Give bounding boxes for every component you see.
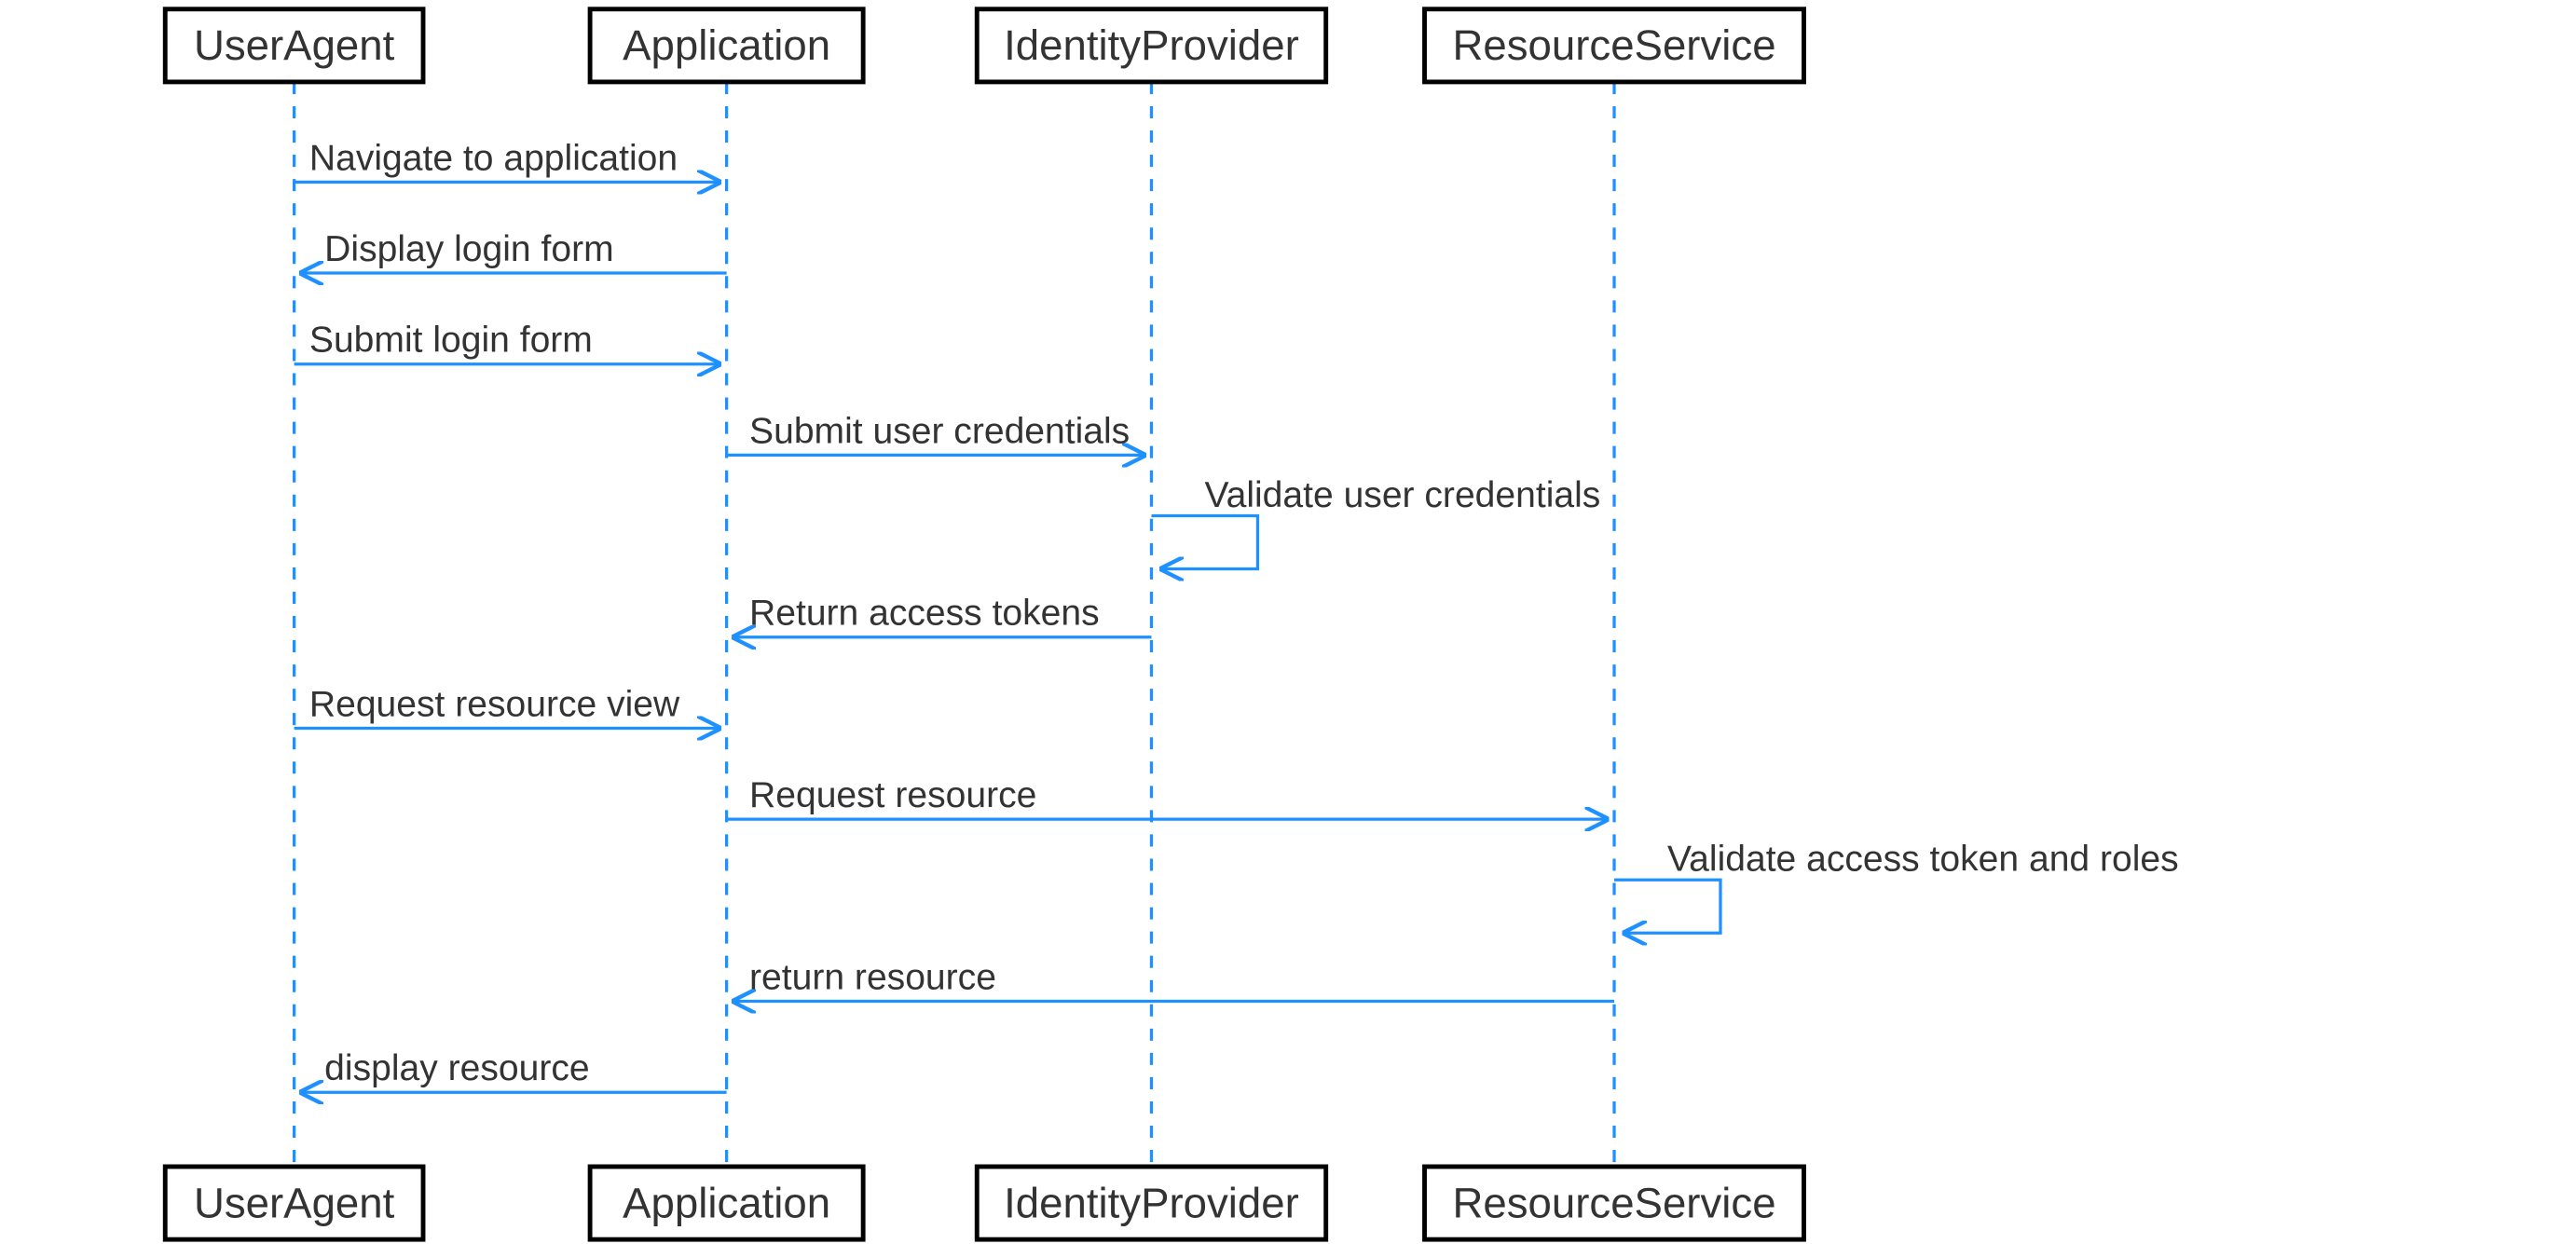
message-label-2: Submit login form (309, 321, 593, 361)
actor-ua-bottom: UserAgent (165, 1167, 423, 1239)
actor-label-rs-bottom: ResourceService (1453, 1179, 1776, 1226)
message-label-5: Return access tokens (749, 594, 1100, 634)
sequence-diagram: Navigate to application Display login for… (0, 0, 2576, 1244)
actor-app-top: Application (590, 9, 863, 82)
message-3: Submit user credentials (727, 411, 1143, 455)
message-label-1: Display login form (324, 229, 613, 269)
message-label-6: Request resource view (309, 684, 680, 724)
message-7: Request resource (727, 775, 1606, 819)
message-0: Navigate to application (295, 138, 718, 182)
message-label-7: Request resource (749, 775, 1036, 815)
message-10: display resource (303, 1048, 726, 1092)
message-2: Submit login form (295, 321, 718, 364)
actor-label-app-top: Application (623, 21, 830, 69)
message-6: Request resource view (295, 684, 718, 728)
message-label-3: Submit user credentials (749, 411, 1130, 451)
actor-label-rs-top: ResourceService (1453, 21, 1776, 69)
actor-rs-bottom: ResourceService (1425, 1167, 1804, 1239)
message-label-0: Navigate to application (309, 138, 678, 178)
message-label-9: return resource (749, 957, 996, 997)
actor-label-app-bottom: Application (623, 1179, 830, 1226)
message-label-10: display resource (324, 1048, 589, 1088)
actor-label-ua-top: UserAgent (194, 21, 395, 69)
actor-label-idp-bottom: IdentityProvider (1004, 1179, 1299, 1226)
actor-app-bottom: Application (590, 1167, 863, 1239)
message-label-4: Validate user credentials (1204, 475, 1600, 515)
message-1: Display login form (303, 229, 726, 273)
actor-ua-top: UserAgent (165, 9, 423, 82)
message-9: return resource (735, 957, 1614, 1001)
message-5: Return access tokens (735, 594, 1151, 637)
actor-rs-top: ResourceService (1425, 9, 1804, 82)
message-label-8: Validate access token and roles (1667, 840, 2179, 880)
actor-idp-top: IdentityProvider (977, 9, 1325, 82)
actor-label-ua-bottom: UserAgent (194, 1179, 395, 1226)
message-8: Validate access token and roles (1614, 840, 2179, 934)
actor-idp-bottom: IdentityProvider (977, 1167, 1325, 1239)
actor-label-idp-top: IdentityProvider (1004, 21, 1299, 69)
message-4: Validate user credentials (1151, 475, 1600, 569)
